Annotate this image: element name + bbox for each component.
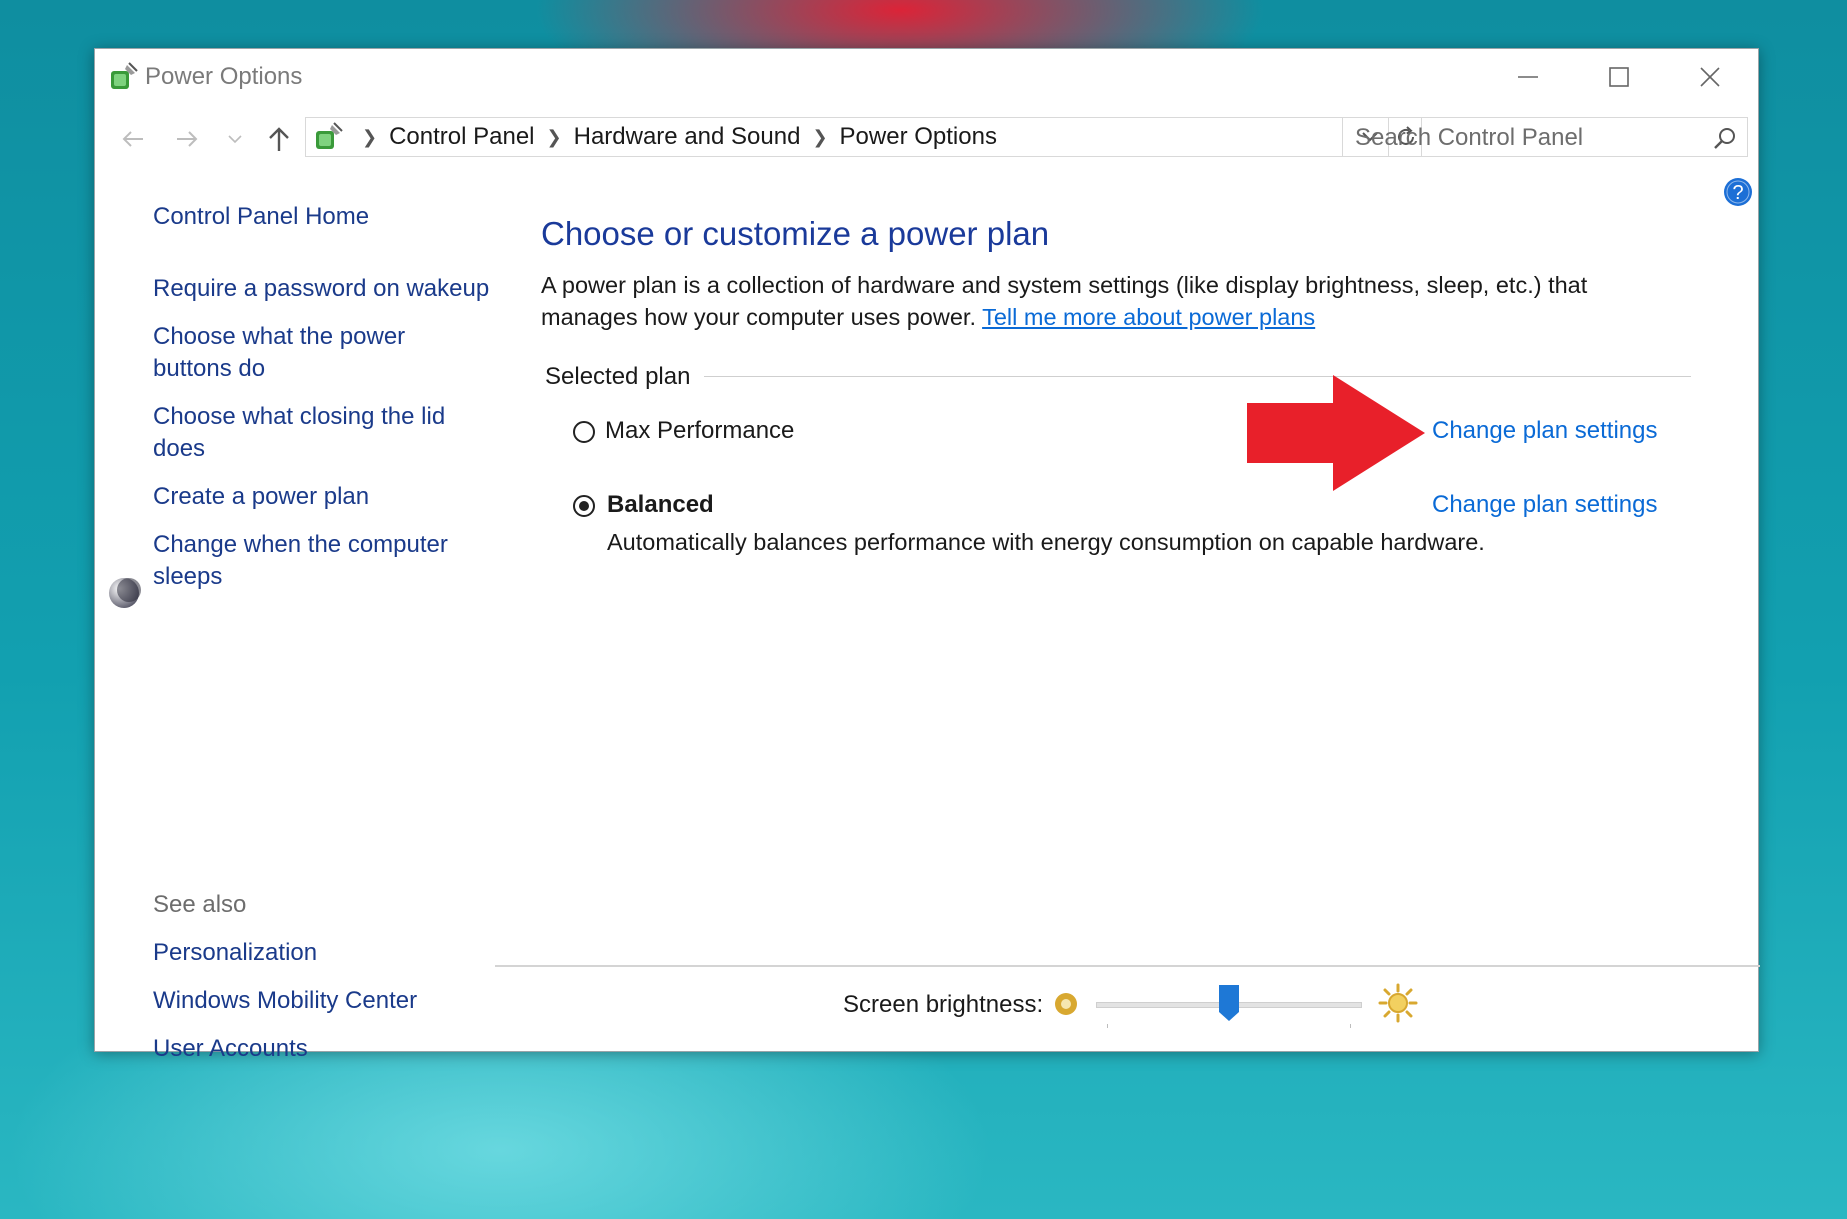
change-plan-settings-link-max-performance[interactable]: Change plan settings xyxy=(1432,417,1658,445)
dim-brightness-icon xyxy=(1055,993,1077,1015)
plan-radio-max-performance[interactable] xyxy=(573,421,595,443)
plan-radio-balanced[interactable] xyxy=(573,495,595,517)
window-title: Power Options xyxy=(145,63,303,90)
navigation-bar: ❯ Control Panel ❯ Hardware and Sound ❯ P… xyxy=(95,117,1758,161)
plan-name-balanced[interactable]: Balanced xyxy=(607,491,714,519)
breadcrumb-control-panel[interactable]: Control Panel xyxy=(389,123,534,151)
selected-plan-label: Selected plan xyxy=(545,363,705,391)
group-divider xyxy=(701,376,1691,377)
plan-name-max-performance[interactable]: Max Performance xyxy=(605,417,794,445)
brightness-slider-thumb[interactable] xyxy=(1218,984,1240,1022)
control-panel-icon xyxy=(316,122,343,149)
arrow-left-icon xyxy=(122,131,143,147)
mobility-center-link[interactable]: Windows Mobility Center xyxy=(153,985,513,1017)
annotation-arrow-icon xyxy=(1247,375,1425,491)
require-password-link[interactable]: Require a password on wakeup xyxy=(153,273,513,305)
closing-lid-link[interactable]: Choose what closing the lid does xyxy=(153,401,463,465)
create-power-plan-link[interactable]: Create a power plan xyxy=(153,481,513,513)
screen-brightness-label: Screen brightness: xyxy=(843,991,1044,1018)
change-plan-settings-link-balanced[interactable]: Change plan settings xyxy=(1432,491,1658,519)
breadcrumb-hardware-and-sound[interactable]: Hardware and Sound xyxy=(574,123,801,151)
moon-icon xyxy=(109,578,141,608)
search-box[interactable] xyxy=(1342,117,1748,158)
power-options-window: Power Options ❯ Control Panel ❯ Hardware… xyxy=(94,48,1760,1062)
personalization-link[interactable]: Personalization xyxy=(153,937,513,969)
forward-button[interactable] xyxy=(169,117,205,161)
arrow-up-icon xyxy=(269,127,289,151)
svg-text:?: ? xyxy=(1732,182,1743,204)
bright-brightness-icon xyxy=(1378,983,1418,1023)
minimize-button[interactable] xyxy=(1488,55,1568,99)
learn-more-link[interactable]: Tell me more about power plans xyxy=(982,304,1315,330)
breadcrumb-power-options[interactable]: Power Options xyxy=(840,123,997,151)
bottom-divider xyxy=(495,965,1760,967)
minimize-icon xyxy=(1518,76,1538,78)
plan-description-balanced: Automatically balances performance with … xyxy=(607,529,1485,555)
help-icon[interactable]: ? xyxy=(1723,177,1753,207)
up-button[interactable] xyxy=(261,117,297,161)
breadcrumb-separator-icon[interactable]: ❯ xyxy=(812,127,827,148)
arrow-right-icon xyxy=(177,131,198,147)
slider-tick xyxy=(1350,1024,1351,1028)
close-button[interactable] xyxy=(1670,55,1750,99)
page-description: A power plan is a collection of hardware… xyxy=(541,269,1671,333)
power-buttons-link[interactable]: Choose what the power buttons do xyxy=(153,321,433,385)
chevron-down-icon xyxy=(228,135,242,144)
search-input[interactable] xyxy=(1353,118,1697,158)
breadcrumb-separator-icon[interactable]: ❯ xyxy=(547,127,562,148)
recent-locations-button[interactable] xyxy=(225,117,245,161)
control-panel-home-link[interactable]: Control Panel Home xyxy=(153,201,513,233)
breadcrumb-separator-icon[interactable]: ❯ xyxy=(362,127,377,148)
page-title: Choose or customize a power plan xyxy=(541,215,1050,252)
search-icon[interactable] xyxy=(1713,126,1737,150)
close-icon xyxy=(1700,67,1720,87)
power-options-icon xyxy=(111,62,138,89)
maximize-button[interactable] xyxy=(1579,55,1659,99)
address-bar[interactable]: ❯ Control Panel ❯ Hardware and Sound ❯ P… xyxy=(305,117,1422,157)
back-button[interactable] xyxy=(115,117,151,161)
see-also-heading: See also xyxy=(153,891,247,918)
computer-sleeps-link[interactable]: Change when the computer sleeps xyxy=(153,529,473,593)
breadcrumb: ❯ Control Panel ❯ Hardware and Sound ❯ P… xyxy=(350,118,997,156)
slider-tick xyxy=(1107,1024,1108,1028)
maximize-icon xyxy=(1609,67,1629,87)
title-bar: Power Options xyxy=(95,49,1758,105)
user-accounts-link[interactable]: User Accounts xyxy=(153,1033,513,1065)
